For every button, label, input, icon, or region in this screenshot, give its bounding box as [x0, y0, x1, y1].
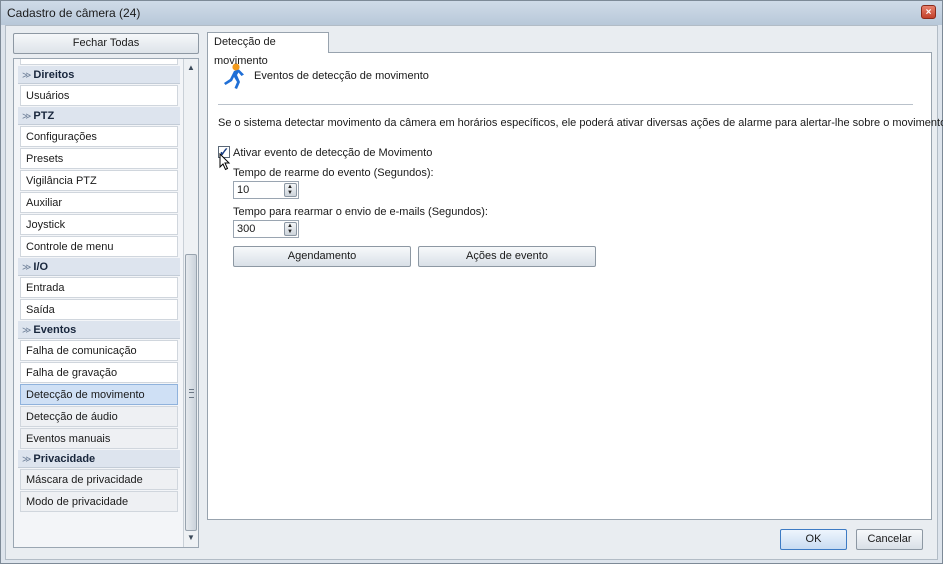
header-separator [218, 104, 913, 105]
sidebar-item-deteccao-de-movimento[interactable]: Detecção de movimento [20, 384, 178, 405]
sidebar-item-falha-de-comunicacao[interactable]: Falha de comunicação [20, 340, 178, 361]
sidebar-item-usuarios[interactable]: Usuários [20, 85, 178, 106]
rearm-time-stepper[interactable]: 10 ▲ ▼ [233, 181, 299, 199]
sidebar-item-entrada[interactable]: Entrada [20, 277, 178, 298]
sidebar-category-direitos[interactable]: ≫ Direitos [18, 66, 180, 84]
chevron-double-down-icon: ≫ [22, 262, 32, 272]
close-icon[interactable]: × [921, 5, 936, 19]
cancel-button[interactable]: Cancelar [856, 529, 923, 550]
chevron-double-down-icon: ≫ [22, 325, 32, 335]
stepper-buttons[interactable]: ▲ ▼ [284, 183, 297, 197]
sidebar-partial-item[interactable] [20, 59, 178, 65]
sidebar-item-presets[interactable]: Presets [20, 148, 178, 169]
sidebar-item-modo-de-privacidade[interactable]: Modo de privacidade [20, 491, 178, 512]
chevron-double-down-icon: ≫ [22, 111, 32, 121]
spin-down-icon[interactable]: ▼ [287, 229, 293, 235]
panel-description: Se o sistema detectar movimento da câmer… [218, 117, 943, 129]
stepper-buttons[interactable]: ▲ ▼ [284, 222, 297, 236]
grip-icon [189, 389, 194, 398]
sidebar-scrollbar[interactable]: ▲ ▼ [183, 59, 198, 547]
email-rearm-time-stepper[interactable]: 300 ▲ ▼ [233, 220, 299, 238]
sidebar-item-auxiliar[interactable]: Auxiliar [20, 192, 178, 213]
sidebar-item-vigilancia-ptz[interactable]: Vigilância PTZ [20, 170, 178, 191]
sidebar-item-joystick[interactable]: Joystick [20, 214, 178, 235]
sidebar-tree: ≫ Direitos Usuários ≫ PTZ Configurações Pr… [13, 58, 199, 548]
scroll-down-icon[interactable]: ▼ [184, 531, 198, 545]
sidebar-item-mascara-de-privacidade[interactable]: Máscara de privacidade [20, 469, 178, 490]
event-actions-button[interactable]: Ações de evento [418, 246, 596, 267]
sidebar-item-configuracoes[interactable]: Configurações [20, 126, 178, 147]
scroll-up-icon[interactable]: ▲ [184, 61, 198, 75]
sidebar-item-controle-de-menu[interactable]: Controle de menu [20, 236, 178, 257]
sidebar-category-eventos[interactable]: ≫ Eventos [18, 321, 180, 339]
sidebar-item-falha-de-gravacao[interactable]: Falha de gravação [20, 362, 178, 383]
sidebar-item-saida[interactable]: Saída [20, 299, 178, 320]
rearm-time-label: Tempo de rearme do evento (Segundos): [233, 167, 434, 179]
rearm-time-value[interactable]: 10 [237, 184, 249, 196]
email-rearm-time-label: Tempo para rearmar o envio de e-mails (S… [233, 206, 488, 218]
enable-motion-event-label[interactable]: Ativar evento de detecção de Movimento [233, 147, 432, 159]
chevron-double-down-icon: ≫ [22, 454, 32, 464]
sidebar-list: ≫ Direitos Usuários ≫ PTZ Configurações Pr… [18, 59, 180, 513]
chevron-double-down-icon: ≫ [22, 70, 32, 80]
ok-button[interactable]: OK [780, 529, 847, 550]
mouse-cursor-icon [219, 153, 231, 171]
sidebar-item-eventos-manuais[interactable]: Eventos manuais [20, 428, 178, 449]
window-title: Cadastro de câmera (24) [7, 6, 141, 20]
schedule-button[interactable]: Agendamento [233, 246, 411, 267]
sidebar-category-io[interactable]: ≫ I/O [18, 258, 180, 276]
spin-down-icon[interactable]: ▼ [287, 190, 293, 196]
sidebar-item-deteccao-de-audio[interactable]: Detecção de áudio [20, 406, 178, 427]
email-rearm-time-value[interactable]: 300 [237, 223, 255, 235]
tab-deteccao-de-movimento[interactable]: Detecção de movimento [207, 32, 329, 67]
sidebar-category-ptz[interactable]: ≫ PTZ [18, 107, 180, 125]
title-bar: Cadastro de câmera (24) × [1, 1, 942, 25]
panel-header-title: Eventos de detecção de movimento [254, 70, 429, 82]
close-all-button[interactable]: Fechar Todas [13, 33, 199, 54]
scroll-thumb[interactable] [185, 254, 197, 531]
sidebar-category-privacidade[interactable]: ≫ Privacidade [18, 450, 180, 468]
